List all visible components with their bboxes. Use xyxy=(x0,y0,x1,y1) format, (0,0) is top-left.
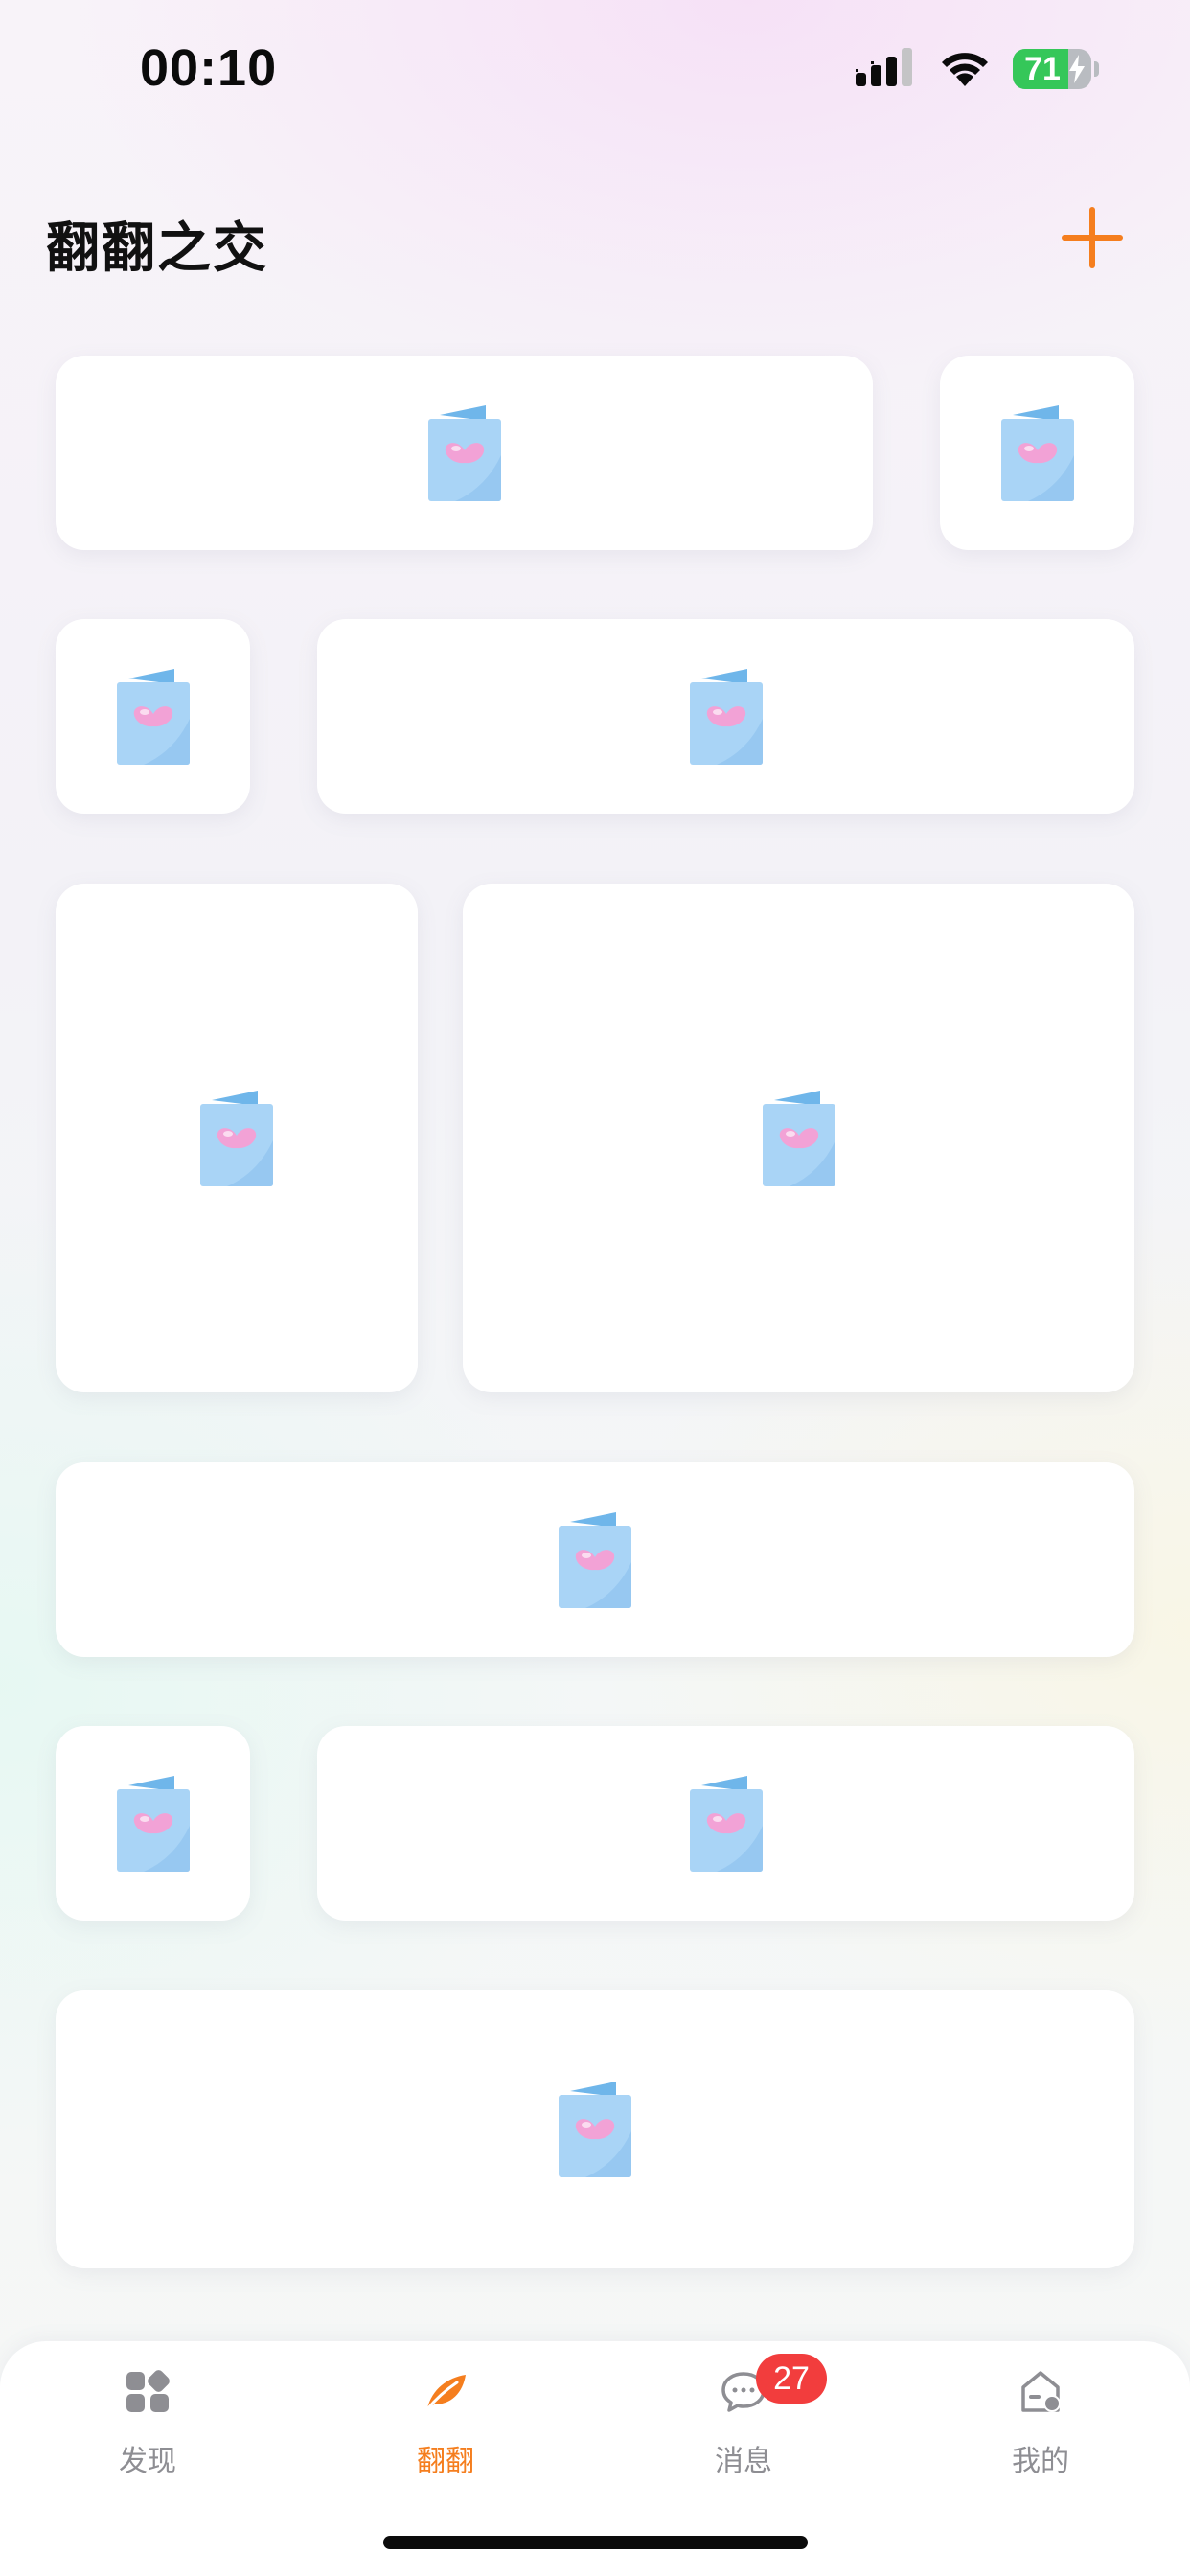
tab-label: 发现 xyxy=(119,2445,176,2478)
cellular-signal-icon xyxy=(856,48,912,86)
battery-indicator: 71 xyxy=(1013,49,1091,89)
discover-grid-icon xyxy=(126,2370,170,2412)
charging-bolt-icon xyxy=(1069,55,1085,83)
tab-discover[interactable]: 发现 xyxy=(52,2368,243,2502)
message-badge: 27 xyxy=(756,2354,827,2404)
leaf-icon xyxy=(424,2375,466,2412)
card[interactable] xyxy=(56,1726,250,1920)
greeting-card-heart-icon xyxy=(115,1776,192,1872)
tab-fanfan[interactable]: 翻翻 xyxy=(350,2368,541,2502)
wifi-icon xyxy=(942,53,988,86)
greeting-card-heart-icon xyxy=(557,2082,633,2177)
tab-label: 我的 xyxy=(1012,2445,1069,2478)
greeting-card-heart-icon xyxy=(115,669,192,765)
greeting-card-heart-icon xyxy=(688,669,765,765)
greeting-card-heart-icon xyxy=(426,405,503,501)
greeting-card-heart-icon xyxy=(999,405,1076,501)
tab-label: 翻翻 xyxy=(417,2445,474,2478)
card[interactable] xyxy=(56,356,873,550)
greeting-card-heart-icon xyxy=(688,1776,765,1872)
card[interactable] xyxy=(317,1726,1134,1920)
greeting-card-heart-icon xyxy=(557,1512,633,1608)
add-button[interactable] xyxy=(1060,205,1125,270)
tab-profile[interactable]: 我的 xyxy=(945,2368,1136,2502)
card[interactable] xyxy=(56,1462,1134,1657)
card[interactable] xyxy=(317,619,1134,814)
page-title: 翻翻之交 xyxy=(46,218,268,280)
status-time: 00:10 xyxy=(140,39,278,97)
home-indicator[interactable] xyxy=(383,2536,808,2549)
battery-cap xyxy=(1094,61,1099,77)
card[interactable] xyxy=(56,884,418,1392)
status-bar: 00:10 71 xyxy=(0,0,1190,134)
home-profile-icon xyxy=(1021,2371,1061,2412)
battery-level: 71 xyxy=(1024,51,1061,87)
card[interactable] xyxy=(56,1990,1134,2268)
card[interactable] xyxy=(463,884,1134,1392)
greeting-card-heart-icon xyxy=(198,1091,275,1186)
tab-label: 消息 xyxy=(715,2445,772,2478)
card[interactable] xyxy=(940,356,1134,550)
card[interactable] xyxy=(56,619,250,814)
plus-icon xyxy=(1062,207,1123,268)
greeting-card-heart-icon xyxy=(761,1091,837,1186)
